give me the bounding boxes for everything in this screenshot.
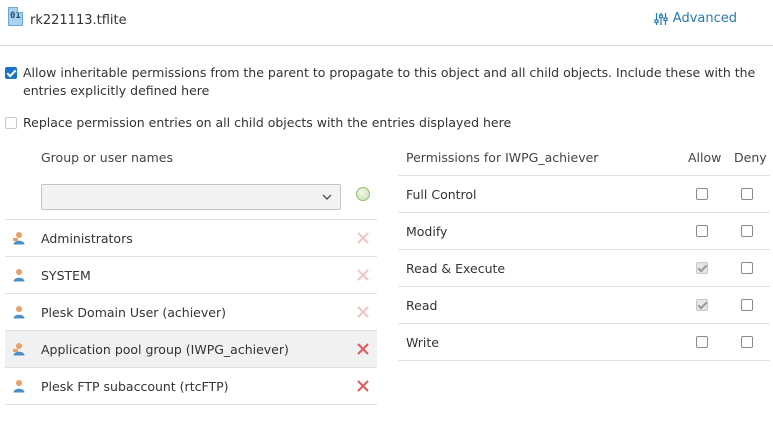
perm-row-modify: Modify <box>398 213 770 250</box>
admin-user-icon <box>13 343 25 356</box>
perm-row-full-control: Full Control <box>398 176 770 213</box>
remove-icon <box>357 306 369 318</box>
perm-name: Read <box>406 298 438 313</box>
allow-header: Allow <box>688 150 722 165</box>
file-icon-label: 01 <box>10 11 21 21</box>
permissions-header: Permissions for IWPG_achiever <box>406 150 599 165</box>
allow-checkbox[interactable] <box>696 188 708 200</box>
inherit-label: Allow inheritable permissions from the p… <box>23 65 756 98</box>
user-icon <box>13 380 25 393</box>
user-row-administrators[interactable]: Administrators <box>5 220 377 257</box>
remove-icon <box>357 232 369 244</box>
user-select[interactable] <box>41 184 341 210</box>
inherit-option[interactable]: Allow inheritable permissions from the p… <box>5 64 765 100</box>
admin-user-icon <box>13 232 25 245</box>
deny-checkbox[interactable] <box>741 336 753 348</box>
replace-label: Replace permission entries on all child … <box>23 115 512 130</box>
sliders-icon <box>654 12 668 25</box>
add-user-row <box>5 174 377 220</box>
remove-icon[interactable] <box>356 342 370 356</box>
remove-icon <box>357 269 369 281</box>
user-row-system[interactable]: SYSTEM <box>5 257 377 294</box>
replace-checkbox[interactable] <box>5 117 17 129</box>
user-name: Plesk FTP subaccount (rtcFTP) <box>41 379 229 394</box>
inherit-checkbox[interactable] <box>5 67 17 79</box>
allow-checkbox <box>696 262 708 274</box>
permissions-list: Full Control Modify Read & Execute Read … <box>398 175 770 361</box>
user-name: Plesk Domain User (achiever) <box>41 305 226 320</box>
perm-name: Full Control <box>406 187 477 202</box>
perm-name: Modify <box>406 224 448 239</box>
deny-checkbox[interactable] <box>741 262 753 274</box>
user-row-plesk-ftp-subaccount[interactable]: Plesk FTP subaccount (rtcFTP) <box>5 368 377 405</box>
perm-row-write: Write <box>398 324 770 361</box>
deny-checkbox[interactable] <box>741 299 753 311</box>
file-icon: 01 <box>8 7 23 26</box>
add-user-icon[interactable] <box>356 187 370 201</box>
allow-checkbox[interactable] <box>696 225 708 237</box>
remove-icon[interactable] <box>356 379 370 393</box>
deny-checkbox[interactable] <box>741 188 753 200</box>
allow-checkbox <box>696 299 708 311</box>
chevron-down-icon <box>322 194 332 200</box>
user-name: Administrators <box>41 231 133 246</box>
user-icon <box>13 306 25 319</box>
advanced-button[interactable]: Advanced <box>654 11 737 26</box>
user-name: SYSTEM <box>41 268 91 283</box>
replace-option[interactable]: Replace permission entries on all child … <box>5 114 511 132</box>
user-row-application-pool-group[interactable]: Application pool group (IWPG_achiever) <box>5 331 377 368</box>
advanced-label: Advanced <box>672 11 737 26</box>
file-header: 01 rk221113.tflite Advanced <box>0 0 773 46</box>
file-name: rk221113.tflite <box>30 13 127 28</box>
deny-checkbox[interactable] <box>741 225 753 237</box>
groups-header: Group or user names <box>41 150 173 165</box>
user-icon <box>13 269 25 282</box>
user-row-plesk-domain-user[interactable]: Plesk Domain User (achiever) <box>5 294 377 331</box>
perm-row-read-execute: Read & Execute <box>398 250 770 287</box>
user-name: Application pool group (IWPG_achiever) <box>41 342 289 357</box>
deny-header: Deny <box>734 150 767 165</box>
perm-row-read: Read <box>398 287 770 324</box>
allow-checkbox[interactable] <box>696 336 708 348</box>
perm-name: Write <box>406 335 440 350</box>
user-list: Administrators SYSTEM Plesk Domain User … <box>5 220 377 405</box>
perm-name: Read & Execute <box>406 261 506 276</box>
